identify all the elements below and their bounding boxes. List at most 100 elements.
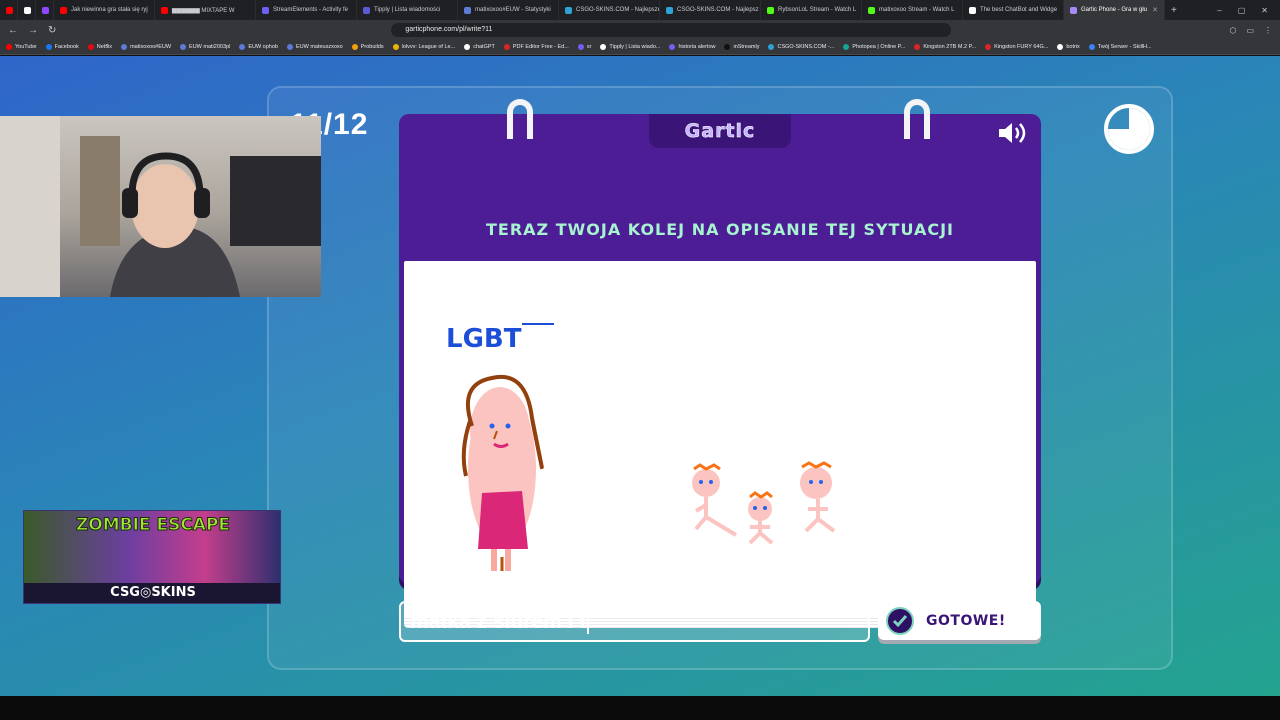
description-input[interactable]: matka z siurem i t xyxy=(399,601,870,642)
browser-tab[interactable]: Gartic Phone - Gra w głu ✕ xyxy=(1064,0,1165,20)
bookmark-label: sr xyxy=(586,44,592,50)
browser-tab[interactable]: The best ChatBot and Widge xyxy=(963,0,1064,20)
tab-pinned-twitch[interactable] xyxy=(36,0,54,20)
tab-pinned-youtube[interactable] xyxy=(0,0,18,20)
browser-tab[interactable]: ▆▆▆▆▆▆ MIXTAPE W xyxy=(155,0,256,20)
bookmark-item[interactable]: Tipply | Lista wiado... xyxy=(600,44,660,50)
bookmark-item[interactable]: lolvvv: League of Le... xyxy=(392,44,455,50)
tab-close-icon[interactable]: ✕ xyxy=(1152,6,1158,14)
browser-tab[interactable]: Tipply | Lista wiadomości xyxy=(357,0,458,20)
binder-ring-right xyxy=(904,99,930,139)
browser-tab[interactable]: StreamElements - Activity fe xyxy=(256,0,357,20)
bookmark-item[interactable]: Facebook xyxy=(45,44,79,50)
forward-icon[interactable]: → xyxy=(28,25,38,36)
logo-tab: Gartic xyxy=(649,114,791,148)
new-tab-button[interactable]: + xyxy=(1171,5,1177,16)
bookmark-favicon-icon xyxy=(1057,44,1064,50)
bookmark-favicon-icon xyxy=(843,44,850,50)
sponsor-title: ZOMBIE ESCAPE xyxy=(75,515,231,536)
bookmark-item[interactable]: Kingston FURY 64G... xyxy=(985,44,1048,50)
bookmark-item[interactable]: botrix xyxy=(1057,44,1080,50)
timer-icon xyxy=(1104,104,1154,154)
bookmark-item[interactable]: PDF Editor Free - Ed... xyxy=(503,44,569,50)
sound-icon[interactable] xyxy=(997,122,1029,144)
bookmark-item[interactable]: Kingston 2TB M.2 P... xyxy=(914,44,976,50)
bookmark-item[interactable]: sr xyxy=(577,44,592,50)
bookmark-item[interactable]: EUW mati2003pl xyxy=(180,44,230,50)
bookmark-favicon-icon xyxy=(45,44,52,50)
bookmark-label: botrix xyxy=(1066,44,1080,50)
bookmark-favicon-icon xyxy=(392,44,399,50)
browser-tab[interactable]: matixoxoo Stream - Watch L xyxy=(862,0,963,20)
sidebar-icon[interactable]: ▭ xyxy=(1246,26,1254,35)
window-minimize-icon[interactable]: – xyxy=(1217,6,1221,15)
bookmark-item[interactable]: chatGPT xyxy=(464,44,495,50)
window-close-icon[interactable]: ✕ xyxy=(1261,6,1268,15)
bookmark-favicon-icon xyxy=(6,44,12,50)
bookmark-favicon-icon xyxy=(724,44,731,50)
player-drawing: LGBT xyxy=(446,323,836,571)
tab-label: StreamElements - Activity fe xyxy=(273,7,349,13)
bookmark-item[interactable]: matixoxoo#EUW xyxy=(121,44,171,50)
address-bar-row: ← → ↻ garticphone.com/pl/write?11 ⬡ ▭ ⋮ xyxy=(0,20,1280,40)
bookmark-label: YouTube xyxy=(15,44,37,50)
tab-favicon-icon xyxy=(1070,6,1077,14)
sponsor-brand: CSG◎SKINS xyxy=(110,585,196,600)
bookmarks-bar: YouTube Facebook Netflix matixoxoo#EUW EUW m… xyxy=(0,40,1280,55)
extensions-icon[interactable]: ⬡ xyxy=(1229,26,1236,35)
bookmark-item[interactable]: EUW mateuszxoxo xyxy=(286,44,343,50)
twitch-icon xyxy=(42,6,49,14)
instruction-heading: TERAZ TWOJA KOLEJ NA OPISANIE TEJ SYTUAC… xyxy=(485,220,954,239)
drawing-caption: LGBT xyxy=(446,324,522,354)
taskbar xyxy=(0,696,1280,720)
tab-label: ▆▆▆▆▆▆ MIXTAPE W xyxy=(172,7,235,14)
tab-label: RybsonLoL Stream - Watch L xyxy=(778,7,857,13)
bookmark-favicon-icon xyxy=(464,44,471,50)
bookmark-item[interactable]: CSGO-SKINS.COM -... xyxy=(768,44,834,50)
tab-favicon-icon xyxy=(363,6,370,14)
bookmark-item[interactable]: EUW ophob xyxy=(239,44,278,50)
tab-label: Gartic Phone - Gra w głu xyxy=(1081,7,1148,13)
bookmark-item[interactable]: Photopea | Online P... xyxy=(843,44,905,50)
bookmark-label: Photopea | Online P... xyxy=(852,44,906,50)
reload-icon[interactable]: ↻ xyxy=(48,25,56,36)
tab-label: The best ChatBot and Widge xyxy=(980,7,1058,13)
url-field[interactable]: garticphone.com/pl/write?11 xyxy=(391,23,952,37)
bookmark-item[interactable]: Twój Serwer - SkillH... xyxy=(1088,44,1152,50)
bookmark-label: historia alertow xyxy=(678,44,716,50)
check-icon xyxy=(886,606,914,635)
done-button[interactable]: GOTOWE! xyxy=(878,601,1041,640)
browser-tab[interactable]: RybsonLoL Stream - Watch L xyxy=(761,0,862,20)
tab-favicon-icon xyxy=(969,6,976,14)
tab-pinned-x[interactable] xyxy=(18,0,36,20)
webcam-overlay xyxy=(0,116,321,297)
window-restore-icon[interactable]: ▢ xyxy=(1238,6,1246,15)
browser-tab[interactable]: CSGO-SKINS.COM - Najlepsze xyxy=(559,0,660,20)
bookmark-item[interactable]: historia alertow xyxy=(669,44,715,50)
browser-tab[interactable]: CSGO-SKINS.COM - Najlepsz xyxy=(660,0,761,20)
tab-favicon-icon xyxy=(262,6,269,14)
youtube-icon xyxy=(6,6,13,14)
bookmark-label: Facebook xyxy=(54,44,79,50)
bookmark-item[interactable]: YouTube xyxy=(6,44,37,50)
bookmark-favicon-icon xyxy=(1088,44,1095,50)
browser-tab-strip: Jak niewinna gra stała się ryj ▆▆▆▆▆▆ MIX… xyxy=(0,0,1280,20)
bookmark-favicon-icon xyxy=(351,44,358,50)
bookmark-item[interactable]: Probuilds xyxy=(351,44,384,50)
bookmark-label: Tipply | Lista wiado... xyxy=(609,44,661,50)
tab-favicon-icon xyxy=(565,6,572,14)
tab-label: Jak niewinna gra stała się ryj xyxy=(71,7,148,13)
browser-tab[interactable]: matixoxoo#EUW - Statystyki xyxy=(458,0,559,20)
bookmark-item[interactable]: Netflix xyxy=(87,44,112,50)
child-figure-3 xyxy=(800,461,836,533)
bookmark-item[interactable]: inStreamly xyxy=(724,44,759,50)
sponsor-banner: ZOMBIE ESCAPE CSG◎SKINS xyxy=(23,510,281,604)
tab-favicon-icon xyxy=(60,6,67,14)
menu-icon[interactable]: ⋮ xyxy=(1264,26,1272,35)
bookmark-label: Twój Serwer - SkillH... xyxy=(1097,44,1152,50)
browser-tab[interactable]: Jak niewinna gra stała się ryj xyxy=(54,0,155,20)
back-icon[interactable]: ← xyxy=(8,25,18,36)
bookmark-favicon-icon xyxy=(577,44,584,50)
tab-label: matixoxoo Stream - Watch L xyxy=(879,7,955,13)
child-figure-1 xyxy=(692,463,738,537)
